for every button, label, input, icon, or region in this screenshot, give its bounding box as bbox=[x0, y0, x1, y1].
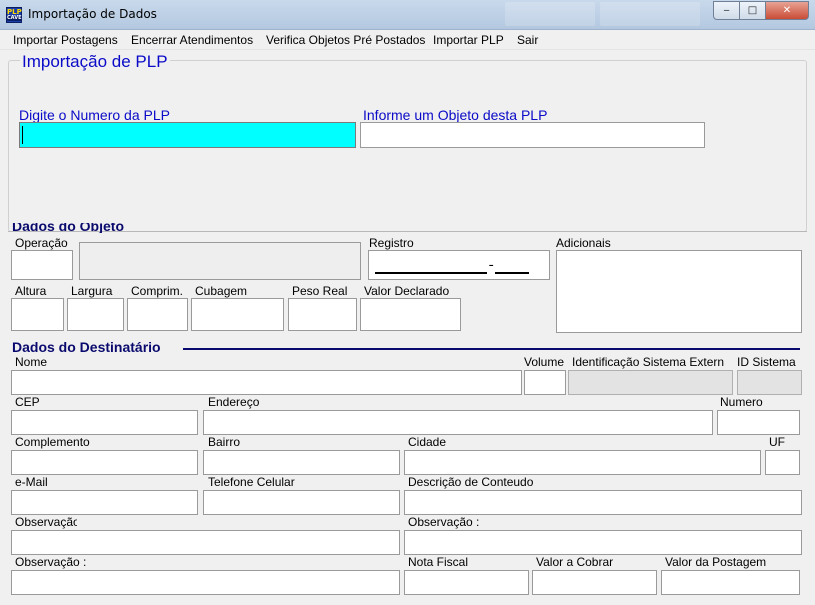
id-sistema-externo-label: Identificação Sistema Extern bbox=[572, 355, 725, 369]
registro-label: Registro bbox=[369, 236, 414, 250]
recipient-section-divider bbox=[183, 348, 800, 350]
plp-number-label: Digite o Numero da PLP bbox=[19, 107, 170, 123]
window-controls: ‒ □ ✕ bbox=[713, 1, 809, 21]
operacao-input[interactable] bbox=[11, 250, 73, 280]
comprimento-input[interactable] bbox=[127, 298, 188, 331]
id-sistema-label: ID Sistema bbox=[737, 355, 796, 369]
menu-encerrar-atendimentos[interactable]: Encerrar Atendimentos bbox=[131, 33, 253, 47]
operacao-description-field bbox=[79, 242, 361, 280]
maximize-button[interactable]: □ bbox=[739, 1, 766, 20]
background-ghost bbox=[600, 2, 700, 26]
cep-input[interactable] bbox=[11, 410, 198, 435]
comprimento-label: Comprim. bbox=[131, 284, 184, 298]
object-section-heading: Dados do Objeto bbox=[12, 223, 142, 233]
app-logo-subtext: CAVE bbox=[7, 15, 22, 21]
bairro-input[interactable] bbox=[203, 450, 400, 475]
valor-cobrar-input[interactable] bbox=[532, 570, 657, 595]
adicionais-label: Adicionais bbox=[556, 236, 611, 250]
adicionais-textarea[interactable] bbox=[556, 250, 802, 333]
peso-real-label: Peso Real bbox=[292, 284, 348, 298]
id-sistema-externo-field bbox=[568, 370, 733, 395]
bairro-label: Bairro bbox=[208, 435, 241, 449]
altura-input[interactable] bbox=[11, 298, 64, 331]
cidade-label: Cidade bbox=[408, 435, 447, 449]
complemento-input[interactable] bbox=[11, 450, 198, 475]
descricao-conteudo-label: Descrição de Conteudo bbox=[408, 475, 534, 489]
observacao-1-label: Observação bbox=[15, 515, 77, 529]
valor-postagem-label: Valor da Postagem bbox=[665, 555, 767, 569]
plp-object-input[interactable] bbox=[360, 122, 705, 148]
background-ghost bbox=[505, 2, 595, 26]
uf-input[interactable] bbox=[765, 450, 800, 475]
telefone-input[interactable] bbox=[203, 490, 400, 515]
nome-label: Nome bbox=[15, 355, 48, 369]
maximize-icon: □ bbox=[747, 5, 758, 16]
cubagem-label: Cubagem bbox=[195, 284, 248, 298]
close-button[interactable]: ✕ bbox=[765, 1, 809, 20]
email-label: e-Mail bbox=[15, 475, 48, 489]
nota-fiscal-label: Nota Fiscal bbox=[408, 555, 469, 569]
numero-label: Numero bbox=[720, 395, 763, 409]
window-title: Importação de Dados bbox=[28, 7, 157, 21]
cidade-input[interactable] bbox=[404, 450, 761, 475]
app-logo-icon[interactable]: PLP CAVE bbox=[6, 7, 22, 23]
uf-label: UF bbox=[769, 435, 785, 449]
largura-input[interactable] bbox=[67, 298, 124, 331]
close-icon: ✕ bbox=[782, 5, 792, 16]
largura-label: Largura bbox=[71, 284, 113, 298]
valor-postagem-input[interactable] bbox=[661, 570, 800, 595]
complemento-label: Complemento bbox=[15, 435, 90, 449]
menu-importar-plp[interactable]: Importar PLP bbox=[433, 33, 504, 47]
endereco-label: Endereço bbox=[208, 395, 260, 409]
valor-declarado-input[interactable] bbox=[360, 298, 461, 331]
observacao-3-label: Observação : bbox=[15, 555, 87, 569]
endereco-input[interactable] bbox=[203, 410, 713, 435]
minimize-button[interactable]: ‒ bbox=[713, 1, 740, 20]
text-caret bbox=[22, 126, 23, 144]
registro-mask: - bbox=[375, 258, 530, 274]
object-section-title: Dados do Objeto bbox=[12, 223, 124, 233]
valor-declarado-label: Valor Declarado bbox=[364, 284, 450, 298]
volume-label: Volume bbox=[524, 355, 565, 369]
descricao-conteudo-input[interactable] bbox=[404, 490, 802, 515]
registro-mask-separator: - bbox=[487, 258, 496, 274]
observacao-3-input[interactable] bbox=[11, 570, 400, 595]
operacao-label: Operação bbox=[15, 236, 68, 250]
valor-cobrar-label: Valor a Cobrar bbox=[536, 555, 614, 569]
observacao-2-label: Observação : bbox=[408, 515, 480, 529]
nome-input[interactable] bbox=[11, 370, 522, 395]
cep-label: CEP bbox=[15, 395, 40, 409]
plp-number-input[interactable] bbox=[19, 122, 356, 148]
title-bar[interactable]: PLP CAVE Importação de Dados ‒ □ ✕ bbox=[0, 0, 815, 30]
numero-input[interactable] bbox=[717, 410, 800, 435]
volume-input[interactable] bbox=[524, 370, 566, 395]
plp-group-title: Importação de PLP bbox=[20, 52, 170, 72]
menu-bar: Importar Postagens Encerrar Atendimentos… bbox=[0, 31, 815, 50]
observacao-2-input[interactable] bbox=[404, 530, 802, 555]
nota-fiscal-input[interactable] bbox=[404, 570, 529, 595]
telefone-label: Telefone Celular bbox=[208, 475, 295, 489]
cubagem-input[interactable] bbox=[191, 298, 284, 331]
id-sistema-field bbox=[737, 370, 802, 395]
recipient-section-title: Dados do Destinatário bbox=[12, 339, 161, 355]
menu-sair[interactable]: Sair bbox=[517, 33, 538, 47]
peso-real-input[interactable] bbox=[288, 298, 357, 331]
menu-verifica-objetos[interactable]: Verifica Objetos Pré Postados bbox=[266, 33, 425, 47]
minimize-icon: ‒ bbox=[723, 5, 730, 16]
plp-object-label: Informe um Objeto desta PLP bbox=[363, 107, 548, 123]
email-input[interactable] bbox=[11, 490, 198, 515]
observacao-1-input[interactable] bbox=[11, 530, 400, 555]
altura-label: Altura bbox=[15, 284, 47, 298]
menu-importar-postagens[interactable]: Importar Postagens bbox=[13, 33, 118, 47]
